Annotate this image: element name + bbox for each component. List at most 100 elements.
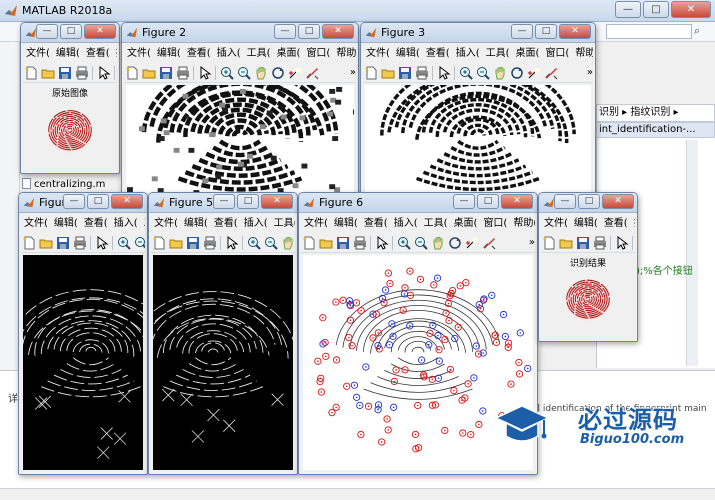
menu-item[interactable]: 帮助( (333, 45, 356, 62)
new-file-icon[interactable] (363, 65, 378, 80)
figure-window-1[interactable]: — □ ✕ 文件(编辑(查看(插入(工具(桌面(窗口(帮助(»» 原始图像 (20, 22, 120, 174)
figure-axes[interactable] (551, 271, 625, 323)
menu-item[interactable]: 编辑( (53, 45, 83, 62)
figure-maximize-button[interactable]: □ (578, 194, 600, 209)
rotate-icon[interactable] (509, 65, 524, 80)
figure-minimize-button[interactable]: — (511, 24, 533, 39)
menu-item[interactable]: 插入( (453, 45, 483, 62)
menu-item[interactable]: 桌面( (451, 215, 481, 232)
pan-icon[interactable] (280, 235, 295, 250)
figure-close-button[interactable]: ✕ (261, 194, 293, 209)
figure-close-button[interactable]: ✕ (322, 24, 354, 39)
print-icon[interactable] (414, 65, 429, 80)
menu-item[interactable]: 文件( (23, 45, 53, 62)
pointer-icon[interactable] (614, 235, 629, 250)
figure-maximize-button[interactable]: □ (477, 194, 499, 209)
menu-item[interactable]: 文件( (363, 45, 393, 62)
figure-minimize-button[interactable]: — (554, 194, 576, 209)
zoom-in-icon[interactable] (246, 235, 261, 250)
menu-item[interactable]: 查看( (423, 45, 453, 62)
zoom-in-icon[interactable] (396, 235, 411, 250)
rotate-icon[interactable] (270, 65, 285, 80)
menu-item[interactable]: 桌面( (513, 45, 543, 62)
menu-item[interactable]: 工具( (244, 45, 274, 62)
zoom-out-icon[interactable] (413, 235, 428, 250)
menu-item[interactable]: 文件( (151, 215, 181, 232)
editor-scrollbar[interactable] (686, 140, 698, 366)
zoom-out-icon[interactable] (475, 65, 490, 80)
pointer-icon[interactable] (96, 65, 111, 80)
menu-item[interactable]: 插入( (111, 215, 141, 232)
zoom-out-icon[interactable] (133, 235, 145, 250)
pointer-icon[interactable] (224, 235, 239, 250)
menu-item[interactable]: 帮助( (510, 215, 535, 232)
new-file-icon[interactable] (301, 235, 316, 250)
new-file-icon[interactable] (21, 235, 36, 250)
rotate-icon[interactable] (447, 235, 462, 250)
search-icon[interactable]: ⌕ (694, 24, 700, 38)
print-icon[interactable] (352, 235, 367, 250)
figure-minimize-button[interactable]: — (453, 194, 475, 209)
figure-axes[interactable] (153, 255, 293, 470)
figure-close-button[interactable]: ✕ (501, 194, 533, 209)
figure-axes[interactable] (33, 101, 107, 155)
menu-item[interactable]: 工具( (421, 215, 451, 232)
figure-axes[interactable] (126, 85, 354, 197)
figure-close-button[interactable]: ✕ (84, 24, 116, 39)
figure-maximize-button[interactable]: □ (298, 24, 320, 39)
figure-minimize-button[interactable]: — (36, 24, 58, 39)
menu-item[interactable]: 工具( (483, 45, 513, 62)
menu-item[interactable]: 窗口( (303, 45, 333, 62)
open-folder-icon[interactable] (38, 235, 53, 250)
menu-item[interactable]: 插入( (631, 215, 635, 232)
figure-window-2[interactable]: Figure 2 —□✕ 文件(编辑(查看(插入(工具(桌面(窗口(帮助(» » (121, 22, 359, 202)
menu-item[interactable]: 编辑( (393, 45, 423, 62)
menu-item[interactable]: 编辑( (331, 215, 361, 232)
pan-icon[interactable] (430, 235, 445, 250)
figure-close-button[interactable]: ✕ (602, 194, 634, 209)
toolbar-overflow[interactable]: » (529, 237, 535, 248)
pointer-icon[interactable] (197, 65, 212, 80)
menu-item[interactable]: 文件( (541, 215, 571, 232)
figure-window-4[interactable]: Figure 4—□✕ 文件(编辑(查看(插入(工具(桌面(窗口(帮助(»» (18, 192, 148, 475)
file-list-item[interactable]: centralizing.m (22, 178, 105, 192)
zoom-out-icon[interactable] (263, 235, 278, 250)
brush-icon[interactable] (481, 235, 496, 250)
toolbar-overflow[interactable]: » (587, 67, 593, 78)
zoom-in-icon[interactable] (116, 235, 131, 250)
menu-item[interactable]: 查看( (361, 215, 391, 232)
zoom-in-icon[interactable] (458, 65, 473, 80)
figure-minimize-button[interactable]: — (213, 194, 235, 209)
pointer-icon[interactable] (436, 65, 451, 80)
figure-maximize-button[interactable]: □ (535, 24, 557, 39)
main-search-input[interactable] (606, 24, 692, 39)
menu-item[interactable]: 工具( (141, 215, 145, 232)
save-icon[interactable] (57, 65, 72, 80)
menu-item[interactable]: 查看( (601, 215, 631, 232)
menu-item[interactable]: 查看( (81, 215, 111, 232)
figure-maximize-button[interactable]: □ (60, 24, 82, 39)
menu-item[interactable]: 文件( (124, 45, 154, 62)
main-minimize-button[interactable]: — (615, 1, 641, 18)
menu-item[interactable]: 编辑( (154, 45, 184, 62)
print-icon[interactable] (175, 65, 190, 80)
menu-item[interactable]: 查看( (211, 215, 241, 232)
save-icon[interactable] (158, 65, 173, 80)
menu-item[interactable]: 插入( (214, 45, 244, 62)
figure-axes[interactable] (365, 85, 591, 197)
menu-item[interactable]: 编辑( (51, 215, 81, 232)
save-icon[interactable] (575, 235, 590, 250)
save-icon[interactable] (397, 65, 412, 80)
breadcrumb[interactable]: 识别 ▸ 指纹识别 ▸ (596, 104, 715, 122)
menu-item[interactable]: 窗口( (480, 215, 510, 232)
figure-window-7[interactable]: — □ ✕ 文件(编辑(查看(插入(工具(桌面(窗口(帮助(»» 识别结果 (538, 192, 638, 342)
new-file-icon[interactable] (541, 235, 556, 250)
print-icon[interactable] (202, 235, 217, 250)
zoom-in-icon[interactable] (219, 65, 234, 80)
save-icon[interactable] (185, 235, 200, 250)
data-cursor-icon[interactable] (287, 65, 302, 80)
pointer-icon[interactable] (374, 235, 389, 250)
print-icon[interactable] (592, 235, 607, 250)
pan-icon[interactable] (253, 65, 268, 80)
pan-icon[interactable] (492, 65, 507, 80)
